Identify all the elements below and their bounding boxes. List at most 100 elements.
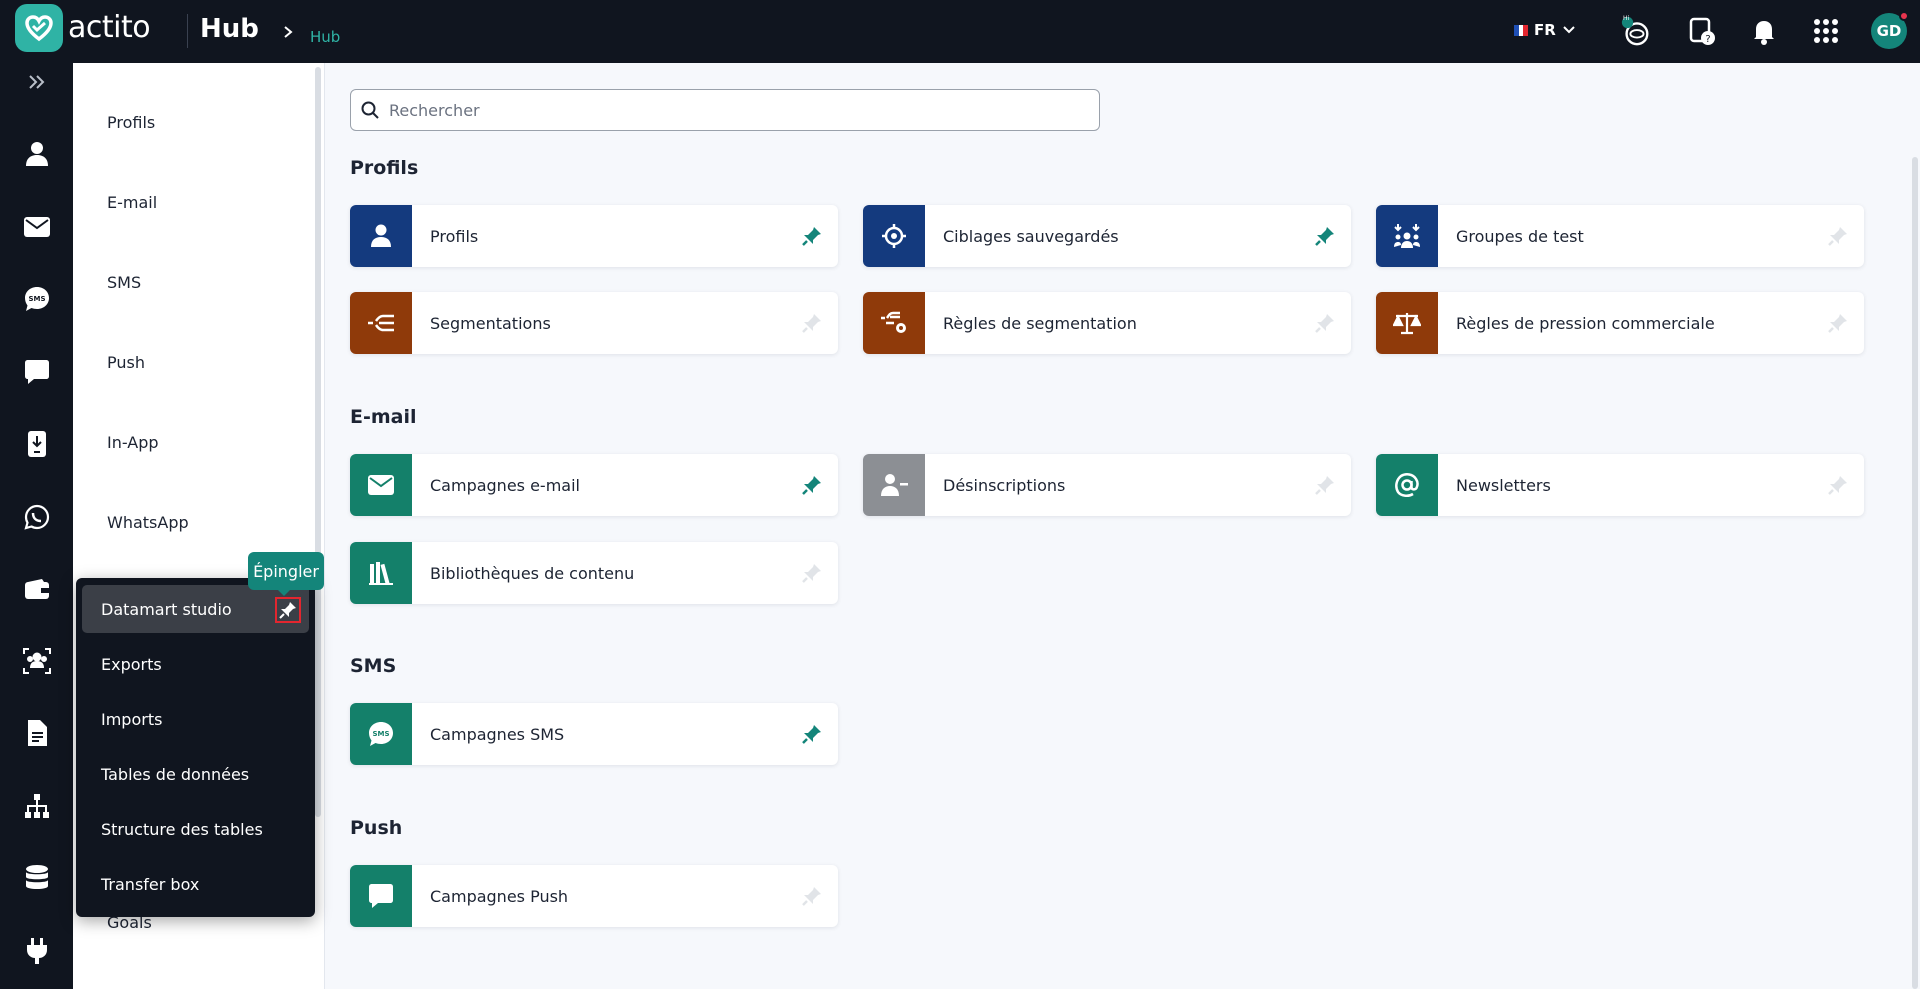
section-title-email: E-mail bbox=[350, 406, 417, 428]
card-label: Campagnes e-mail bbox=[430, 475, 580, 495]
card-newsletters[interactable]: Newsletters bbox=[1376, 454, 1864, 516]
language-label: FR bbox=[1534, 21, 1556, 39]
menu-item-tables-de-donnees[interactable]: Tables de données bbox=[82, 750, 309, 798]
top-bar: actito Hub Hub FR Hi ? GD bbox=[0, 0, 1920, 63]
card-label: Groupes de test bbox=[1456, 226, 1584, 246]
balance-icon bbox=[1376, 292, 1438, 354]
breadcrumb[interactable]: Hub bbox=[310, 28, 340, 46]
pin-icon[interactable] bbox=[792, 876, 832, 916]
person-icon bbox=[350, 205, 412, 267]
section-title-push: Push bbox=[350, 817, 403, 839]
notification-dot bbox=[1899, 11, 1909, 21]
menu-item-imports[interactable]: Imports bbox=[82, 695, 309, 743]
pin-icon[interactable] bbox=[792, 303, 832, 343]
card-regles-de-segmentation[interactable]: Règles de segmentation bbox=[863, 292, 1351, 354]
pin-icon[interactable] bbox=[792, 553, 832, 593]
sms-icon[interactable]: SMS bbox=[0, 275, 73, 323]
category-email[interactable]: E-mail bbox=[107, 193, 157, 212]
email-icon[interactable] bbox=[0, 203, 73, 251]
card-label: Règles de segmentation bbox=[943, 313, 1137, 333]
menu-item-transfer-box[interactable]: Transfer box bbox=[82, 860, 309, 908]
menu-item-exports[interactable]: Exports bbox=[82, 640, 309, 688]
unsubscribe-icon bbox=[863, 454, 925, 516]
database-icon[interactable] bbox=[0, 854, 73, 902]
icon-rail: SMS bbox=[0, 63, 73, 989]
card-segmentations[interactable]: Segmentations bbox=[350, 292, 838, 354]
whats-new-icon[interactable]: Hi bbox=[1620, 15, 1652, 47]
search-icon bbox=[361, 101, 379, 119]
section-title-sms: SMS bbox=[350, 655, 397, 677]
expand-icon[interactable] bbox=[0, 64, 73, 100]
profile-icon[interactable] bbox=[0, 130, 73, 178]
whats-new-badge: Hi bbox=[1623, 15, 1630, 22]
pin-icon[interactable] bbox=[1305, 303, 1345, 343]
pin-icon[interactable] bbox=[792, 714, 832, 754]
main-content: Profils E-mail SMS Push Profils Ciblages… bbox=[326, 63, 1920, 989]
group-icon bbox=[1376, 205, 1438, 267]
card-label: Segmentations bbox=[430, 313, 551, 333]
help-document-icon[interactable]: ? bbox=[1686, 15, 1718, 47]
category-whatsapp[interactable]: WhatsApp bbox=[107, 513, 189, 532]
menu-item-structure-des-tables[interactable]: Structure des tables bbox=[82, 805, 309, 853]
pin-icon[interactable] bbox=[275, 597, 301, 623]
card-regles-de-pression-commerciale[interactable]: Règles de pression commerciale bbox=[1376, 292, 1864, 354]
card-bibliotheques-de-contenu[interactable]: Bibliothèques de contenu bbox=[350, 542, 838, 604]
pin-icon[interactable] bbox=[1818, 465, 1858, 505]
chevron-down-icon bbox=[1563, 26, 1575, 34]
svg-text:?: ? bbox=[1705, 34, 1710, 45]
language-selector[interactable]: FR bbox=[1514, 21, 1576, 39]
at-icon bbox=[1376, 454, 1438, 516]
category-scrollbar[interactable] bbox=[315, 67, 321, 817]
wallet-icon[interactable] bbox=[0, 565, 73, 613]
pin-icon[interactable] bbox=[1818, 303, 1858, 343]
whatsapp-icon[interactable] bbox=[0, 493, 73, 541]
card-groupes-de-test[interactable]: Groupes de test bbox=[1376, 205, 1864, 267]
user-avatar[interactable]: GD bbox=[1871, 11, 1909, 49]
card-label: Règles de pression commerciale bbox=[1456, 313, 1715, 333]
pin-icon[interactable] bbox=[1818, 216, 1858, 256]
push-icon[interactable] bbox=[0, 348, 73, 396]
card-campagnes-sms[interactable]: SMS Campagnes SMS bbox=[350, 703, 838, 765]
svg-text:SMS: SMS bbox=[28, 295, 45, 303]
plug-icon[interactable] bbox=[0, 927, 73, 975]
topbar-divider bbox=[187, 14, 188, 48]
actito-logo-icon[interactable] bbox=[15, 4, 63, 52]
card-label: Campagnes Push bbox=[430, 886, 569, 906]
in-app-icon[interactable] bbox=[0, 420, 73, 468]
card-ciblages-sauvegardes[interactable]: Ciblages sauvegardés bbox=[863, 205, 1351, 267]
card-desinscriptions[interactable]: Désinscriptions bbox=[863, 454, 1351, 516]
hierarchy-icon[interactable] bbox=[0, 782, 73, 830]
pin-icon[interactable] bbox=[1305, 216, 1345, 256]
card-profils[interactable]: Profils bbox=[350, 205, 838, 267]
chevron-right-icon bbox=[282, 24, 294, 43]
category-profils[interactable]: Profils bbox=[107, 113, 155, 132]
audience-icon[interactable] bbox=[0, 637, 73, 685]
segment-rules-icon bbox=[863, 292, 925, 354]
category-sms[interactable]: SMS bbox=[107, 273, 141, 292]
category-in-app[interactable]: In-App bbox=[107, 433, 159, 452]
card-label: Désinscriptions bbox=[943, 475, 1066, 495]
pin-icon[interactable] bbox=[1305, 465, 1345, 505]
svg-text:SMS: SMS bbox=[372, 730, 389, 738]
card-label: Profils bbox=[430, 226, 479, 246]
pin-icon[interactable] bbox=[792, 465, 832, 505]
menu-item-label: Datamart studio bbox=[101, 599, 232, 619]
card-campagnes-push[interactable]: Campagnes Push bbox=[350, 865, 838, 927]
category-push[interactable]: Push bbox=[107, 353, 145, 372]
card-label: Bibliothèques de contenu bbox=[430, 563, 635, 583]
brand-name: actito bbox=[68, 10, 151, 45]
notifications-bell-icon[interactable] bbox=[1748, 15, 1780, 47]
menu-item-datamart-studio[interactable]: Datamart studio bbox=[82, 585, 309, 633]
pin-tooltip: Épingler bbox=[248, 552, 324, 596]
apps-grid-icon[interactable] bbox=[1810, 15, 1842, 47]
card-label: Ciblages sauvegardés bbox=[943, 226, 1119, 246]
main-scrollbar[interactable] bbox=[1912, 157, 1918, 989]
search-input[interactable] bbox=[389, 100, 1069, 120]
pin-icon[interactable] bbox=[792, 216, 832, 256]
card-campagnes-email[interactable]: Campagnes e-mail bbox=[350, 454, 838, 516]
document-icon[interactable] bbox=[0, 709, 73, 757]
library-icon bbox=[350, 542, 412, 604]
page-title[interactable]: Hub bbox=[200, 14, 259, 44]
envelope-icon bbox=[350, 454, 412, 516]
search-box[interactable] bbox=[350, 89, 1100, 131]
